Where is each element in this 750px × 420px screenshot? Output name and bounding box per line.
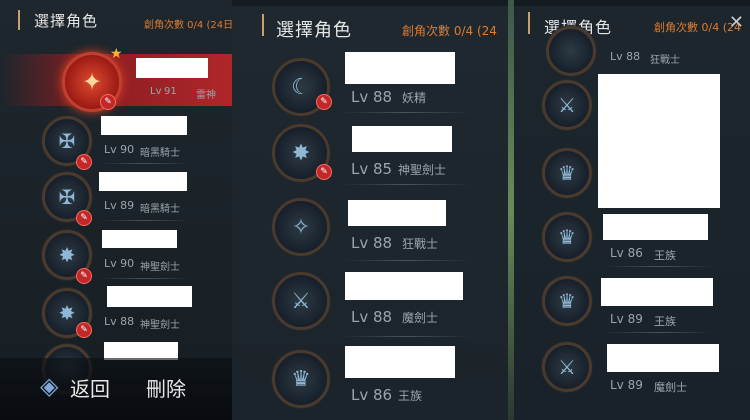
- character-row[interactable]: ♛ Lv 86 王族: [232, 346, 508, 410]
- character-name-redacted: [607, 344, 719, 372]
- character-name-redacted: [601, 278, 713, 306]
- alert-badge-icon: ✎: [100, 94, 116, 110]
- character-name-redacted: [352, 126, 452, 152]
- close-icon[interactable]: ✕: [729, 12, 744, 33]
- row-divider: [342, 184, 472, 185]
- character-level: 91: [164, 86, 177, 97]
- panel-header: 選擇角色 創角次數 0/4 (24日: [0, 0, 232, 38]
- alert-badge-icon: ✎: [316, 164, 332, 180]
- alert-badge-icon: ✎: [76, 268, 92, 284]
- page-title: 選擇角色: [34, 12, 99, 30]
- character-row[interactable]: ♛ Lv 89 王族: [514, 274, 750, 334]
- character-name-redacted: [603, 214, 708, 240]
- header-accent-bar: [262, 14, 264, 36]
- character-name-redacted: [102, 230, 177, 248]
- character-level: Lv 88: [610, 50, 641, 63]
- character-level: Lv 90: [104, 257, 135, 270]
- star-icon: ★: [110, 46, 123, 62]
- character-class: 王族: [654, 249, 676, 262]
- character-class: 神聖劍士: [398, 163, 447, 177]
- magic-swordsman-class-icon: ⚔: [542, 342, 592, 392]
- back-arrow-icon[interactable]: ◈: [40, 372, 64, 400]
- character-row[interactable]: ♛ Lv 86 王族: [514, 210, 750, 270]
- character-class: 狂戰士: [650, 55, 680, 66]
- royalty-class-icon: ♛: [542, 212, 592, 262]
- character-level: Lv 88: [351, 308, 393, 326]
- character-level: Lv 88: [351, 88, 393, 106]
- character-class: 魔劍士: [402, 311, 439, 325]
- character-name-redacted: [345, 272, 463, 300]
- character-row-selected[interactable]: ✦ ✎ ★ Lv 91 雷神: [0, 46, 232, 112]
- header-accent-bar: [18, 10, 20, 30]
- row-divider: [100, 220, 190, 221]
- row-divider: [342, 112, 472, 113]
- character-row[interactable]: ✸ ✎ Lv 85 神聖劍士: [232, 124, 508, 188]
- character-name-redacted: [348, 200, 446, 226]
- royalty-class-icon: ♛: [542, 148, 592, 198]
- character-level: Lv 86: [351, 386, 393, 404]
- character-row[interactable]: ✧ Lv 88 狂戰士: [232, 198, 508, 262]
- row-divider: [604, 332, 714, 333]
- character-level: Lv 90: [104, 143, 135, 156]
- royalty-class-icon: ♛: [272, 350, 330, 408]
- character-level: Lv 88: [104, 315, 135, 328]
- character-row[interactable]: ⚔ Lv 89 魔劍士: [514, 340, 750, 400]
- character-list-panel-2: 選擇角色 創角次數 0/4 (24 ☾ ✎ Lv 88 妖精 ✸ ✎ Lv 85…: [232, 6, 508, 420]
- magic-swordsman-class-icon: ⚔: [272, 272, 330, 330]
- header-accent-bar: [528, 12, 530, 34]
- character-name-redacted: [107, 286, 192, 307]
- character-name-redacted: [345, 346, 455, 378]
- row-divider: [342, 336, 472, 337]
- character-class: 雷神: [196, 90, 216, 101]
- row-divider: [100, 278, 190, 279]
- row-divider: [100, 163, 190, 164]
- character-class: 妖精: [402, 91, 427, 105]
- character-name-redacted: [136, 58, 208, 78]
- character-row[interactable]: ⚔ Lv 88 魔劍士: [232, 272, 508, 336]
- character-class: 神聖劍士: [140, 262, 180, 273]
- berserker-class-icon: ✧: [272, 198, 330, 256]
- character-class: 暗黑騎士: [140, 148, 180, 159]
- character-level: Lv 88: [351, 234, 393, 252]
- character-row[interactable]: ✠ ✎ Lv 89 暗黑騎士: [0, 168, 232, 228]
- panel-header: 選擇角色 創角次數 0/4 (24: [232, 6, 508, 44]
- royalty-class-icon: ♛: [542, 276, 592, 326]
- character-level: Lv 86: [610, 246, 643, 260]
- character-level: Lv 89: [610, 312, 643, 326]
- character-class: 魔劍士: [654, 381, 687, 394]
- create-count-label: 創角次數 0/4 (24: [402, 24, 497, 38]
- magic-swordsman-class-icon: ⚔: [542, 80, 592, 130]
- character-level-prefix: Lv: [150, 86, 162, 97]
- create-count-label: 創角次數 0/4 (24日: [144, 20, 232, 31]
- class-icon: [546, 26, 596, 76]
- character-row[interactable]: ✸ ✎ Lv 90 神聖劍士: [0, 226, 232, 286]
- character-name-redacted: [345, 52, 455, 84]
- character-level: Lv 89: [104, 199, 135, 212]
- character-class: 狂戰士: [402, 237, 439, 251]
- row-divider: [604, 266, 714, 267]
- character-level: Lv 89: [610, 378, 643, 392]
- character-name-redacted: [101, 116, 187, 135]
- character-class: 神聖劍士: [140, 320, 180, 331]
- character-class: 暗黑騎士: [140, 204, 180, 215]
- character-class: 王族: [654, 315, 676, 328]
- back-button[interactable]: 返回: [70, 373, 110, 402]
- character-class: 王族: [398, 389, 423, 403]
- character-row[interactable]: ♛: [514, 146, 750, 206]
- delete-button[interactable]: 刪除: [146, 373, 186, 402]
- alert-badge-icon: ✎: [76, 210, 92, 226]
- page-title: 選擇角色: [276, 20, 352, 41]
- character-row-partial[interactable]: [0, 340, 232, 394]
- character-name-redacted: [99, 172, 187, 191]
- panel-footer: ◈ 返回 刪除: [0, 358, 232, 420]
- character-list-panel-3: 選擇角色 創角次數 0/4 (24 ✕ Lv 88 狂戰士 ⚔ ♛ ♛ Lv 8…: [514, 6, 750, 420]
- alert-badge-icon: ✎: [76, 322, 92, 338]
- character-list-panel-1: 選擇角色 創角次數 0/4 (24日 ✦ ✎ ★ Lv 91 雷神 ✠ ✎ Lv…: [0, 0, 232, 420]
- alert-badge-icon: ✎: [316, 94, 332, 110]
- character-row[interactable]: ✸ ✎ Lv 88 神聖劍士: [0, 284, 232, 344]
- row-divider: [342, 260, 472, 261]
- character-level: Lv 85: [351, 160, 393, 178]
- character-row-partial[interactable]: Lv 88 狂戰士: [514, 26, 750, 76]
